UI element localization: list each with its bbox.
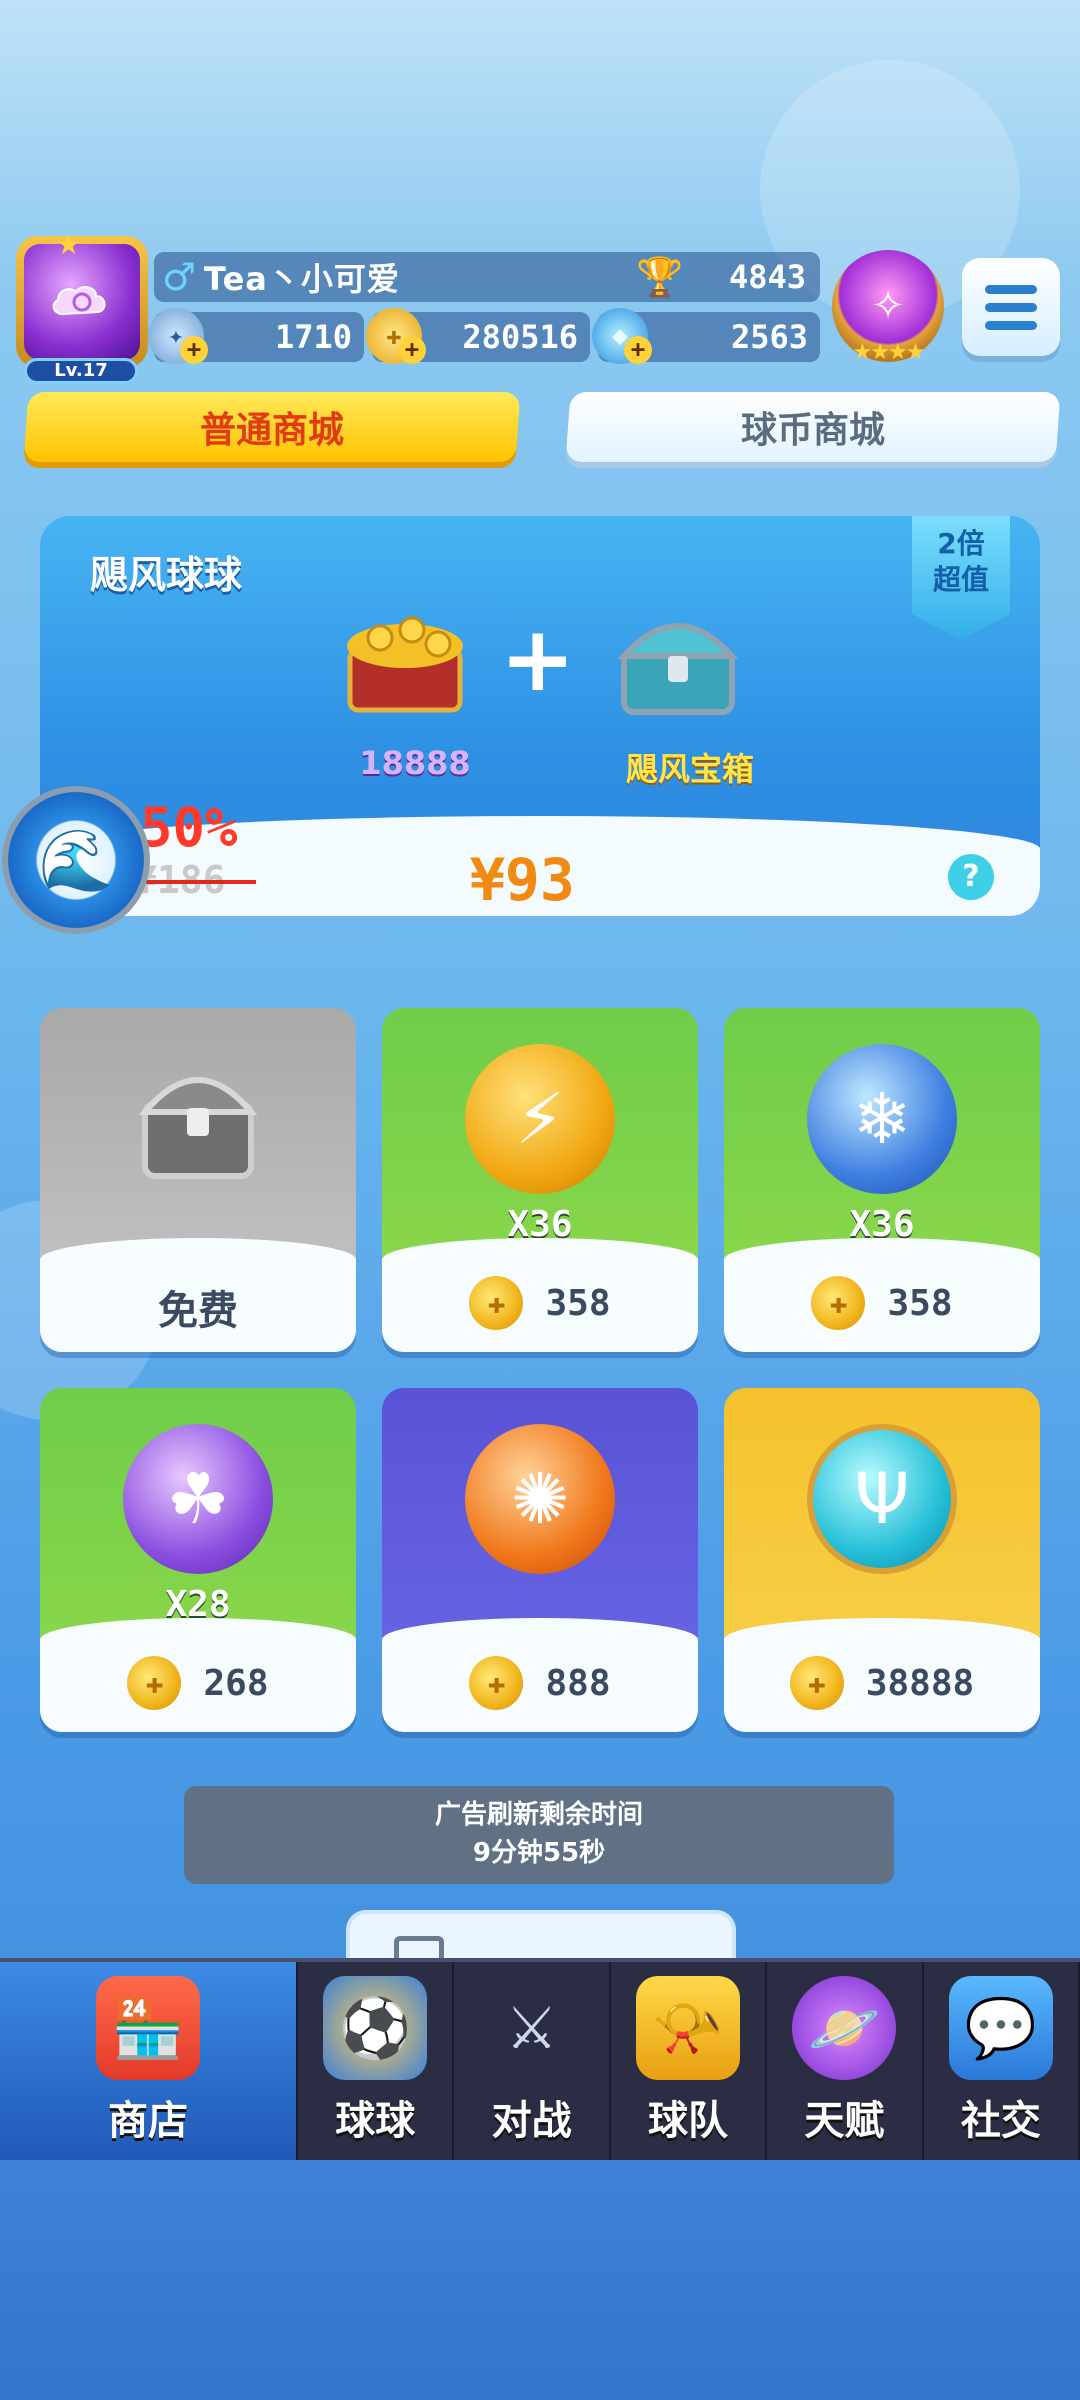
planet-icon: 🪐 [792, 1976, 897, 2080]
coin-icon: ✚ [469, 1276, 524, 1330]
coin-icon: ✚ [469, 1656, 524, 1710]
discount-label: 50% [140, 796, 238, 859]
shop-item-sun-ball[interactable]: ✺ ✚ 888 [382, 1388, 698, 1732]
balls-icon: ⚽ [323, 1976, 428, 2080]
menu-button[interactable] [962, 258, 1060, 356]
nav-talent[interactable]: 🪐 天赋 [767, 1962, 924, 2160]
shop-item-clover-ball[interactable]: ☘ X28 ✚ 268 [40, 1388, 356, 1732]
cloud-icon [24, 244, 140, 360]
clover-ball-icon: ☘ [123, 1424, 273, 1574]
sale-price: ¥93 [470, 846, 575, 914]
item-cost: 268 [203, 1662, 269, 1704]
whistle-icon: 📯 [636, 1976, 741, 2080]
free-label: 免费 [158, 1288, 238, 1334]
lightning-ball-icon: ⚡ [465, 1044, 615, 1194]
nav-battle[interactable]: ⚔ 对战 [454, 1962, 611, 2160]
trident-ball-icon: Ψ [807, 1424, 957, 1574]
crown-icon: ★ [56, 228, 82, 261]
gem-counter[interactable]: ◆ + 2563 [592, 308, 820, 364]
coin-icon: ✚ [811, 1276, 866, 1330]
add-gem-icon[interactable]: + [624, 336, 652, 364]
player-avatar[interactable] [16, 236, 148, 368]
trophy-count: 4843 [728, 258, 806, 296]
add-coin-icon[interactable]: + [398, 336, 426, 364]
item-cost: 358 [887, 1282, 953, 1324]
ad-refresh-timer: 广告刷新剩余时间 9分钟55秒 [184, 1786, 894, 1884]
shop-item-snowflake-ball[interactable]: ❄ X36 ✚ 358 [724, 1008, 1040, 1352]
chest-icon [138, 1077, 258, 1179]
tab-normal-shop[interactable]: 普通商城 [23, 392, 521, 462]
help-button[interactable]: ? [948, 854, 994, 900]
coin-icon: ✚ [789, 1656, 844, 1710]
coin-counter[interactable]: ✚ + 280516 [366, 308, 590, 364]
player-level: Lv.17 [24, 358, 138, 384]
coin-value: 280516 [462, 318, 578, 356]
shop-item-free-chest[interactable]: 免费 [40, 1008, 356, 1352]
coin-icon: ✚ [127, 1656, 182, 1710]
sun-ball-icon: ✺ [465, 1424, 615, 1574]
snowflake-ball-icon: ❄ [807, 1044, 957, 1194]
add-energy-icon[interactable]: + [180, 336, 208, 364]
item-cost: 358 [545, 1282, 611, 1324]
coins-amount-label: 18888 [359, 744, 471, 782]
player-info-bar: ♂ Tea丶小可爱 🏆 4843 [154, 252, 820, 302]
chat-icon: 💬 [948, 1976, 1053, 2080]
item-cost: 888 [545, 1662, 611, 1704]
nav-social[interactable]: 💬 社交 [924, 1962, 1080, 2160]
nav-team[interactable]: 📯 球队 [611, 1962, 768, 2160]
double-value-badge: 2倍 超值 [912, 516, 1010, 640]
energy-value: 1710 [274, 318, 352, 356]
promo-banner[interactable]: 飓风球球 2倍 超值 + 18888 飓风宝箱 50% ¥186 ¥93 ? [40, 516, 1040, 916]
trophy-icon: 🏆 [636, 254, 684, 299]
gem-value: 2563 [730, 318, 808, 356]
player-name: Tea丶小可爱 [204, 260, 400, 298]
bottom-nav: 🏪 商店 ⚽ 球球 ⚔ 对战 📯 球队 🪐 天赋 💬 社交 [0, 1958, 1080, 2160]
nav-balls[interactable]: ⚽ 球球 [298, 1962, 455, 2160]
tab-ballcoin-shop[interactable]: 球币商城 [565, 392, 1061, 462]
male-icon: ♂ [161, 255, 197, 299]
background-footer [0, 2160, 1080, 2400]
gold-chest-icon [347, 616, 463, 713]
shop-item-trident-ball[interactable]: Ψ ✚ 38888 [724, 1388, 1040, 1732]
hurricane-chest-icon [617, 623, 739, 715]
swords-icon: ⚔ [505, 1994, 558, 2062]
rank-stars: ★★★★ [852, 340, 926, 365]
shop-item-lightning-ball[interactable]: ⚡ X36 ✚ 358 [382, 1008, 698, 1352]
hurricane-logo-icon: 🌊 [2, 786, 150, 934]
item-cost: 38888 [865, 1662, 975, 1704]
plus-icon: + [500, 607, 576, 712]
banner-title: 飓风球球 [90, 553, 243, 597]
nav-shop[interactable]: 🏪 商店 [0, 1962, 298, 2160]
shop-icon: 🏪 [96, 1976, 200, 2080]
chest-name-label: 飓风宝箱 [625, 750, 754, 788]
energy-counter[interactable]: ✦ + 1710 [148, 308, 364, 364]
